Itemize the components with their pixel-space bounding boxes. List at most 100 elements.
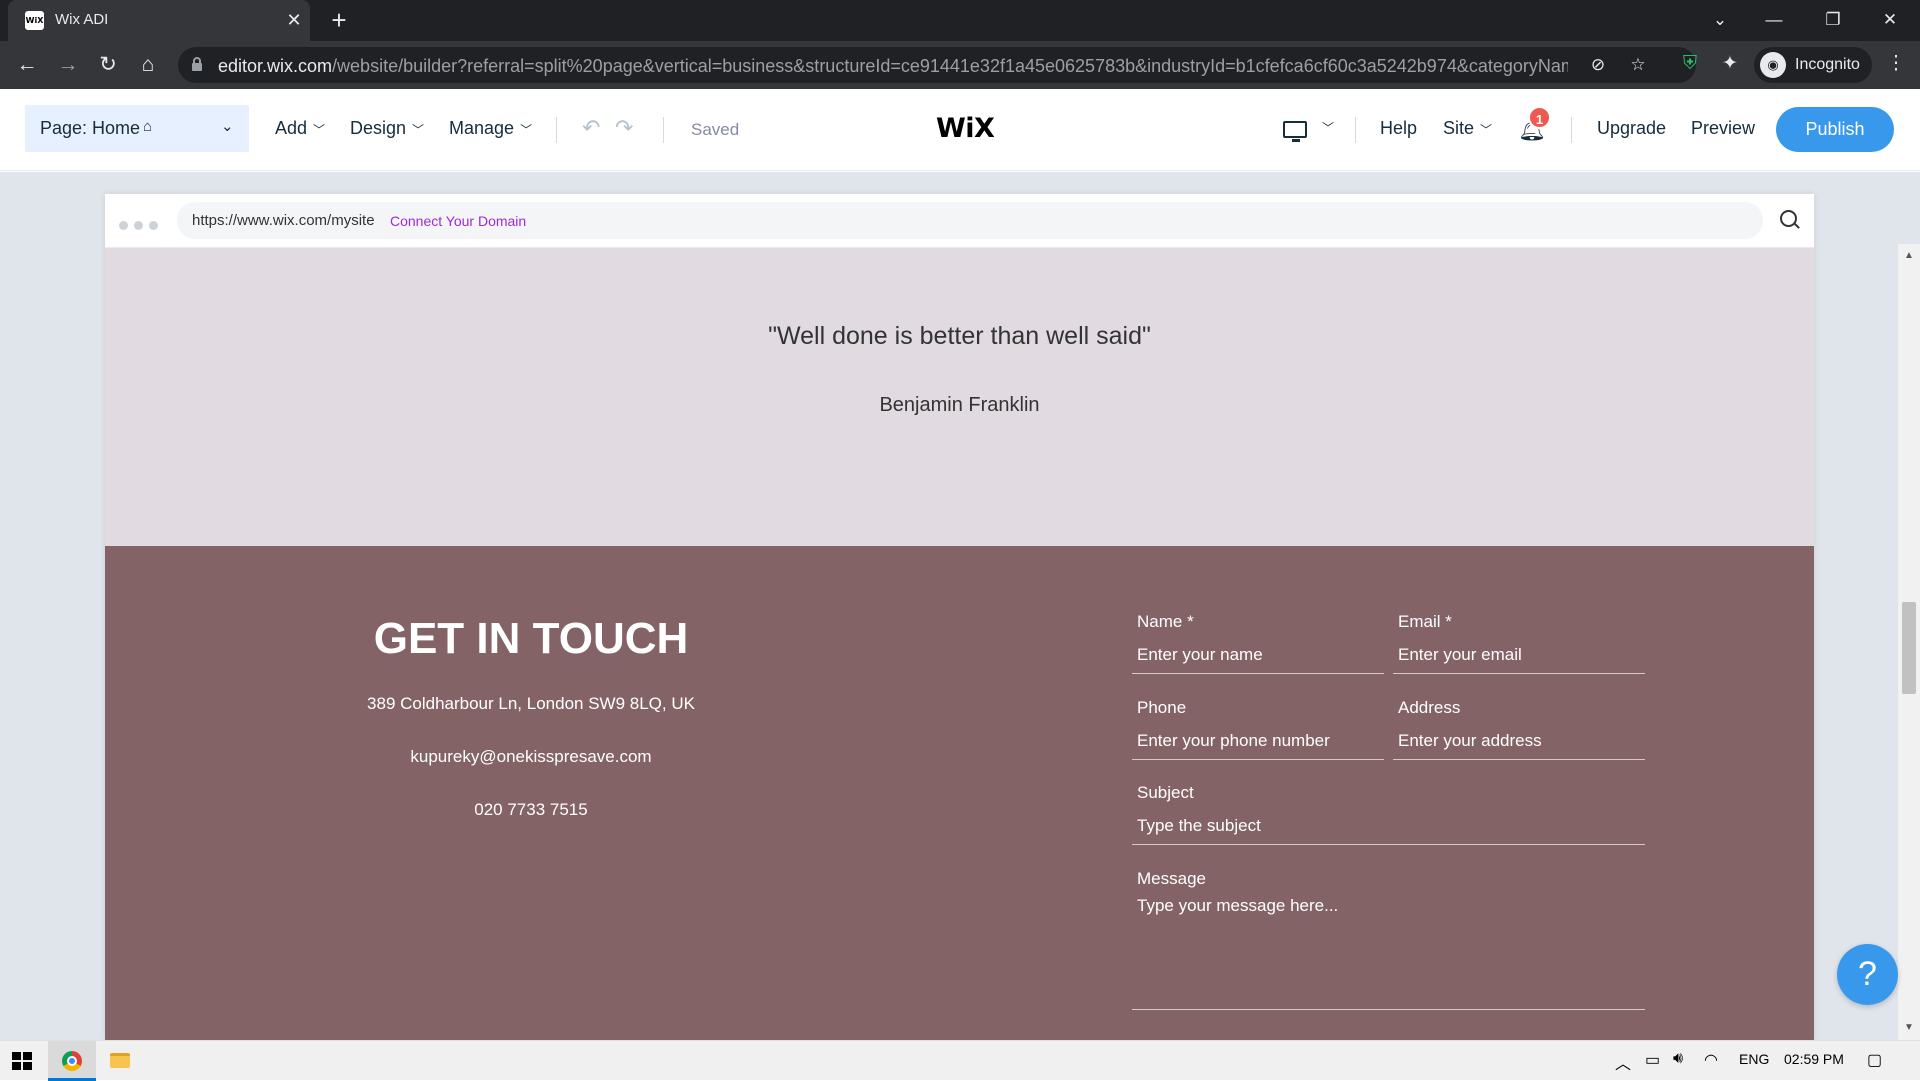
- scrollbar-thumb[interactable]: [1902, 602, 1916, 694]
- address-field[interactable]: [1393, 722, 1645, 760]
- back-arrow-icon[interactable]: ←: [13, 51, 41, 79]
- upgrade-link[interactable]: Upgrade: [1597, 118, 1666, 139]
- wifi-icon[interactable]: ◠: [1704, 1050, 1718, 1070]
- email-label: Email *: [1398, 612, 1452, 631]
- chevron-down-icon: ⌄: [221, 118, 234, 135]
- menu-manage[interactable]: Manage ﹀: [449, 118, 532, 139]
- notifications-icon[interactable]: ▢: [1867, 1050, 1882, 1070]
- language-indicator[interactable]: ENG: [1739, 1051, 1769, 1067]
- windows-start-icon[interactable]: [12, 1052, 32, 1070]
- help-button[interactable]: ?: [1837, 944, 1898, 1005]
- menu-add-label: Add: [275, 118, 308, 138]
- new-tab-icon[interactable]: +: [325, 6, 353, 34]
- incognito-icon: ◉: [1760, 52, 1786, 78]
- email-field[interactable]: [1393, 636, 1645, 674]
- window-dots: [119, 217, 164, 235]
- close-tab-icon[interactable]: ✕: [282, 8, 306, 32]
- chevron-down-icon: ﹀: [313, 123, 326, 137]
- contact-email: kupureky@onekisspresave.com: [410, 747, 652, 766]
- browser-menu-icon[interactable]: ⋮: [1882, 50, 1910, 78]
- bookmark-star-icon[interactable]: ☆: [1626, 53, 1650, 77]
- page-selector[interactable]: Page: Home ⌂ ⌄: [25, 105, 249, 152]
- menu-design-label: Design: [350, 118, 407, 138]
- browser-tab[interactable]: WiX Wix ADI ✕: [8, 0, 310, 41]
- undo-icon[interactable]: ↶: [582, 115, 600, 141]
- site-frame-bar: https://www.wix.com/mysite Connect Your …: [105, 194, 1814, 248]
- address-bar[interactable]: editor.wix.com/website/builder?referral=…: [178, 47, 1696, 83]
- close-window-icon[interactable]: ✕: [1870, 6, 1910, 34]
- scroll-down-icon[interactable]: ▼: [1898, 1018, 1920, 1038]
- taskbar-file-explorer[interactable]: [96, 1041, 144, 1081]
- extensions-puzzle-icon[interactable]: ✦: [1716, 50, 1744, 78]
- url-text[interactable]: editor.wix.com/website/builder?referral=…: [218, 56, 1568, 77]
- contact-phone: 020 7733 7515: [474, 800, 588, 819]
- chrome-icon: [62, 1050, 82, 1071]
- incognito-label: Incognito: [1795, 56, 1860, 73]
- folder-icon: [110, 1053, 130, 1069]
- wix-editor-topbar: Page: Home ⌂ ⌄ Add ﹀ Design ﹀ Manage ﹀ ↶ ↷ …: [0, 89, 1920, 171]
- message-field[interactable]: [1132, 890, 1645, 1010]
- subject-field[interactable]: [1132, 807, 1645, 845]
- quote-section[interactable]: "Well done is better than well said" Ben…: [105, 248, 1814, 546]
- volume-icon[interactable]: 🔊︎: [1673, 1050, 1683, 1068]
- minimize-icon[interactable]: —: [1754, 6, 1794, 34]
- publish-button[interactable]: Publish: [1776, 107, 1894, 152]
- reload-icon[interactable]: ↻: [94, 51, 122, 79]
- windows-taskbar: ︿ ▭ 🔊︎ ◠ ENG 02:59 PM ▢: [0, 1040, 1920, 1081]
- home-page-icon: ⌂: [143, 118, 153, 135]
- battery-icon[interactable]: ▭: [1645, 1050, 1660, 1070]
- tracking-blocked-eye-icon[interactable]: ⊘: [1586, 53, 1610, 77]
- redo-icon[interactable]: ↷: [615, 115, 633, 141]
- divider: [663, 117, 664, 143]
- wix-logo: WiX: [936, 113, 995, 144]
- shield-extension-icon[interactable]: ⛨: [1676, 50, 1704, 78]
- device-chevron[interactable]: ﹀: [1316, 116, 1334, 137]
- phone-label: Phone: [1137, 698, 1187, 717]
- quote-author: Benjamin Franklin: [879, 394, 1040, 416]
- name-field[interactable]: [1132, 636, 1384, 674]
- notifications-badge: 1: [1528, 106, 1551, 129]
- site-preview-frame: https://www.wix.com/mysite Connect Your …: [105, 194, 1814, 1040]
- site-url: https://www.wix.com/mysite: [192, 212, 375, 229]
- phone-field[interactable]: [1132, 722, 1384, 760]
- menu-design[interactable]: Design ﹀: [350, 118, 424, 139]
- clock[interactable]: 02:59 PM: [1784, 1051, 1844, 1067]
- subject-label: Subject: [1137, 783, 1194, 802]
- url-path: /website/builder?referral=split%20page&v…: [332, 56, 1568, 76]
- connect-domain-link[interactable]: Connect Your Domain: [390, 213, 526, 229]
- menu-site[interactable]: Site ﹀: [1443, 118, 1492, 139]
- browser-tabstrip: WiX Wix ADI ✕ + ⌄ — ❐ ✕: [0, 0, 1920, 41]
- chevron-down-icon: ﹀: [412, 123, 425, 137]
- forward-arrow-icon[interactable]: →: [54, 51, 82, 79]
- wix-favicon-icon: WiX: [25, 11, 44, 30]
- contact-title: GET IN TOUCH: [373, 614, 689, 663]
- incognito-profile[interactable]: ◉ Incognito: [1754, 47, 1872, 83]
- chevron-down-icon: ﹀: [1480, 123, 1493, 137]
- browser-toolbar: ← → ↻ ⌂ editor.wix.com/website/builder?r…: [0, 41, 1920, 89]
- tray-expand-icon[interactable]: ︿: [1615, 1050, 1631, 1074]
- page-scrollbar[interactable]: ▲ ▼: [1898, 244, 1920, 1040]
- divider: [556, 117, 557, 143]
- tab-title: Wix ADI: [55, 11, 109, 28]
- tab-search-chevron-icon[interactable]: ⌄: [1700, 6, 1740, 34]
- lock-icon[interactable]: [192, 57, 202, 71]
- divider: [1355, 117, 1356, 143]
- search-icon[interactable]: [1780, 210, 1797, 227]
- site-url-bar: https://www.wix.com/mysite Connect Your …: [177, 202, 1763, 239]
- scroll-up-icon[interactable]: ▲: [1898, 246, 1920, 266]
- page-selector-label: Page: Home: [40, 118, 141, 138]
- menu-site-label: Site: [1443, 118, 1475, 138]
- contact-section[interactable]: GET IN TOUCH 389 Coldharbour Ln, London …: [105, 546, 1814, 1040]
- restore-icon[interactable]: ❐: [1813, 6, 1853, 34]
- menu-help[interactable]: Help: [1380, 118, 1417, 139]
- preview-link[interactable]: Preview: [1691, 118, 1755, 139]
- home-icon[interactable]: ⌂: [134, 51, 162, 79]
- chevron-down-icon: ﹀: [1322, 121, 1335, 135]
- message-label: Message: [1137, 869, 1206, 888]
- menu-add[interactable]: Add ﹀: [275, 118, 325, 139]
- menu-manage-label: Manage: [449, 118, 515, 138]
- divider: [1571, 117, 1572, 143]
- taskbar-chrome[interactable]: [48, 1041, 96, 1081]
- desktop-view-icon[interactable]: [1283, 121, 1307, 142]
- address-label: Address: [1398, 698, 1461, 717]
